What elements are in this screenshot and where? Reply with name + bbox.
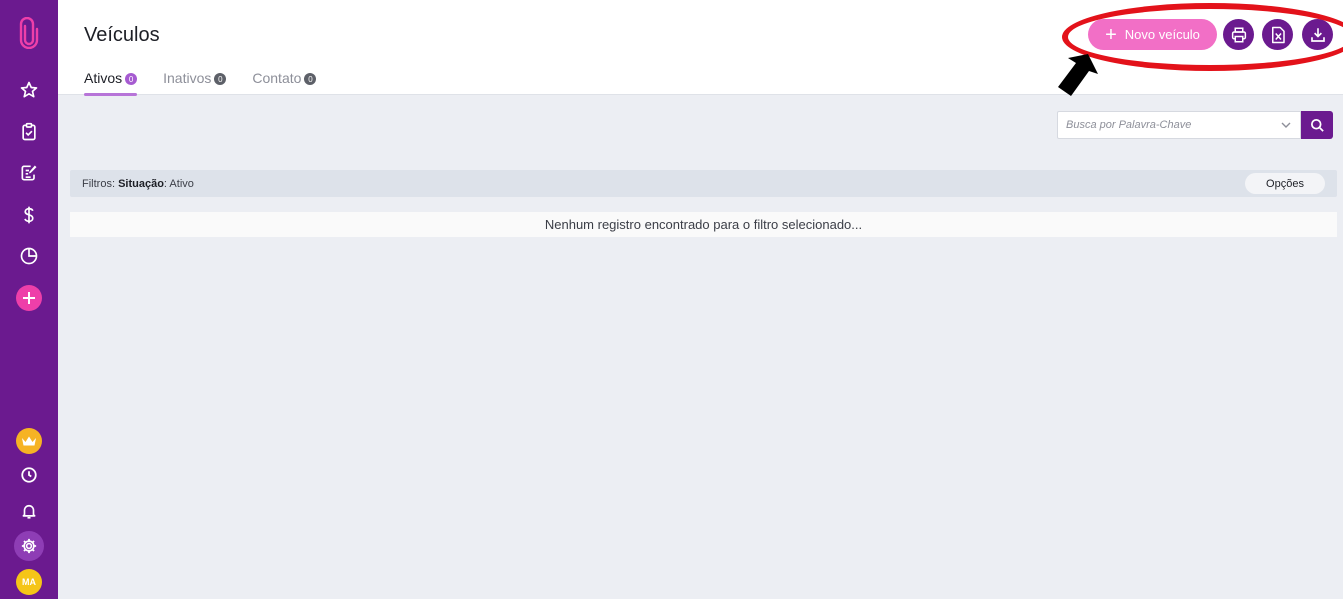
tab-contato[interactable]: Contato 0 bbox=[252, 70, 317, 95]
sidebar-item-favorites[interactable] bbox=[0, 74, 58, 106]
tab-label: Inativos bbox=[163, 70, 212, 86]
star-icon bbox=[20, 81, 38, 98]
app-logo[interactable] bbox=[0, 17, 58, 49]
new-vehicle-button[interactable]: + Novo veículo bbox=[1088, 19, 1217, 50]
clock-icon bbox=[21, 467, 37, 483]
search-box bbox=[1057, 111, 1301, 139]
pie-chart-icon bbox=[20, 247, 38, 265]
sidebar-item-documents[interactable] bbox=[0, 157, 58, 189]
plus-icon: + bbox=[1105, 23, 1117, 46]
filter-key: Situação bbox=[118, 177, 164, 190]
filter-prefix: Filtros: bbox=[82, 177, 115, 190]
tab-bar: Ativos 0 Inativos 0 Contato 0 bbox=[84, 70, 342, 96]
tab-label: Ativos bbox=[84, 70, 123, 86]
sidebar-item-premium[interactable] bbox=[0, 425, 58, 457]
sidebar: MA bbox=[0, 0, 58, 599]
new-vehicle-label: Novo veículo bbox=[1124, 27, 1200, 42]
excel-file-icon bbox=[1271, 26, 1285, 43]
avatar: MA bbox=[16, 569, 42, 595]
empty-state-message: Nenhum registro encontrado para o filtro… bbox=[70, 212, 1337, 237]
sidebar-item-settings[interactable] bbox=[0, 530, 58, 562]
export-excel-button[interactable] bbox=[1262, 19, 1293, 50]
page-title: Veículos bbox=[84, 24, 160, 46]
sidebar-item-notifications[interactable] bbox=[0, 495, 58, 527]
sidebar-item-reports[interactable] bbox=[0, 240, 58, 272]
filter-bar: Filtros: Situação: Ativo Opções bbox=[70, 170, 1337, 197]
print-button[interactable] bbox=[1223, 19, 1254, 50]
sidebar-item-tasks[interactable] bbox=[0, 116, 58, 148]
search-icon bbox=[1310, 118, 1324, 132]
clipboard-check-icon bbox=[22, 122, 36, 141]
download-button[interactable] bbox=[1302, 19, 1333, 50]
sidebar-user[interactable]: MA bbox=[0, 566, 58, 598]
download-icon bbox=[1310, 27, 1325, 42]
tab-ativos[interactable]: Ativos 0 bbox=[84, 70, 138, 96]
gear-icon bbox=[14, 531, 44, 561]
dollar-icon bbox=[24, 206, 34, 224]
filter-value: : Ativo bbox=[163, 177, 194, 190]
sidebar-item-finance[interactable] bbox=[0, 199, 58, 231]
crown-icon bbox=[16, 428, 42, 454]
search-input[interactable] bbox=[1058, 119, 1272, 131]
tab-inativos[interactable]: Inativos 0 bbox=[163, 70, 227, 95]
options-button[interactable]: Opções bbox=[1245, 173, 1325, 194]
sidebar-item-add[interactable] bbox=[0, 282, 58, 314]
tab-count-badge: 0 bbox=[214, 73, 227, 85]
search-button[interactable] bbox=[1301, 111, 1333, 139]
tab-label: Contato bbox=[252, 70, 302, 86]
tab-count-badge: 0 bbox=[304, 73, 317, 85]
bell-icon bbox=[22, 504, 36, 519]
edit-document-icon bbox=[21, 165, 37, 181]
tab-count-badge: 0 bbox=[125, 73, 138, 85]
paperclip-logo-icon bbox=[19, 17, 39, 49]
plus-icon bbox=[16, 285, 42, 311]
printer-icon bbox=[1231, 27, 1246, 42]
sidebar-item-history[interactable] bbox=[0, 459, 58, 491]
chevron-down-icon[interactable] bbox=[1272, 122, 1300, 128]
